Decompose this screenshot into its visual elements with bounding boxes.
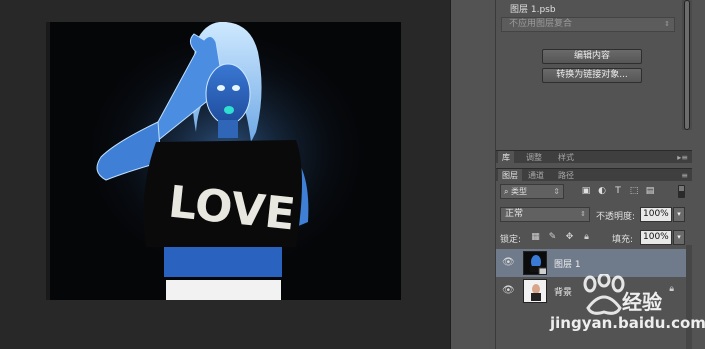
tab-layers[interactable]: 图层 [498,169,522,182]
lock-all-icon[interactable]: 🔒︎ [581,231,592,244]
watermark-brand: 经验 [622,290,662,314]
eye-icon[interactable]: 👁︎ [502,257,515,269]
smartobject-filter-icon[interactable]: ▤ [644,184,656,199]
layer-comp-select[interactable]: 不应用图层复合 ⇕ [501,17,675,32]
library-tabbar: 库 调整 样式 ▸≡ [496,150,692,164]
watermark: 经验 jingyan.baidu.com [540,268,705,338]
opacity-label: 不透明度: [596,212,636,222]
layer-filter-row: ⌕ 类型 ⇕ ▣ ◐ T ⬚ ▤ [500,184,686,199]
lock-label: 锁定: [500,235,522,245]
panel-gutter [450,0,495,349]
inverted-photo: LOVE [46,22,401,300]
panel-menu-icon[interactable]: ▸≡ [677,151,688,164]
filter-kind-select[interactable]: ⌕ 类型 ⇕ [500,184,564,199]
tab-library[interactable]: 库 [498,151,514,164]
opacity-dropdown-button[interactable]: ▾ [673,207,685,222]
blend-mode-select[interactable]: 正常 ⇕ [500,207,590,222]
lock-move-icon[interactable]: ✥ [564,231,575,244]
shape-filter-icon[interactable]: ⬚ [628,184,640,199]
tab-paths[interactable]: 路径 [554,169,578,182]
tab-adjustments[interactable]: 调整 [522,151,546,164]
layer-comp-value: 不应用图层复合 [509,19,573,29]
layers-menu-icon[interactable]: ≡ [681,169,688,182]
updown-arrow-icon: ⇕ [553,187,560,196]
edit-contents-button[interactable]: 编辑内容 [542,49,642,64]
pixel-filter-icon[interactable]: ▣ [580,184,592,199]
updown-arrow-icon: ⇕ [580,210,586,218]
filter-toggle[interactable] [678,185,685,198]
layers-tabbar: 图层 通道 路径 ≡ [496,168,692,182]
fill-dropdown-button[interactable]: ▾ [673,230,685,245]
fill-label: 填充: [612,235,634,245]
tab-channels[interactable]: 通道 [524,169,548,182]
fill-input[interactable]: 100% [640,230,672,245]
properties-layer-title: 图层 1.psb [510,5,556,15]
properties-scroll-thumb[interactable] [684,0,690,130]
canvas-area: LOVE [0,0,450,349]
convert-linked-button[interactable]: 转换为链接对象... [542,68,642,83]
updown-arrow-icon: ⇕ [664,20,670,28]
type-filter-icon[interactable]: T [612,184,624,199]
properties-scrollbar[interactable] [682,0,692,130]
lock-transparent-icon[interactable]: ▦ [530,231,541,244]
watermark-url: jingyan.baidu.com [550,314,705,332]
adjustment-filter-icon[interactable]: ◐ [596,184,608,199]
eye-icon[interactable]: 👁︎ [502,285,515,297]
blend-mode-value: 正常 [505,209,524,219]
search-icon: ⌕ [504,187,512,196]
tab-styles[interactable]: 样式 [554,151,578,164]
lock-paint-icon[interactable]: ✎ [547,231,558,244]
filter-kind-label: 类型 [511,187,528,196]
document-canvas[interactable]: LOVE [46,22,401,300]
opacity-input[interactable]: 100% [640,207,672,222]
